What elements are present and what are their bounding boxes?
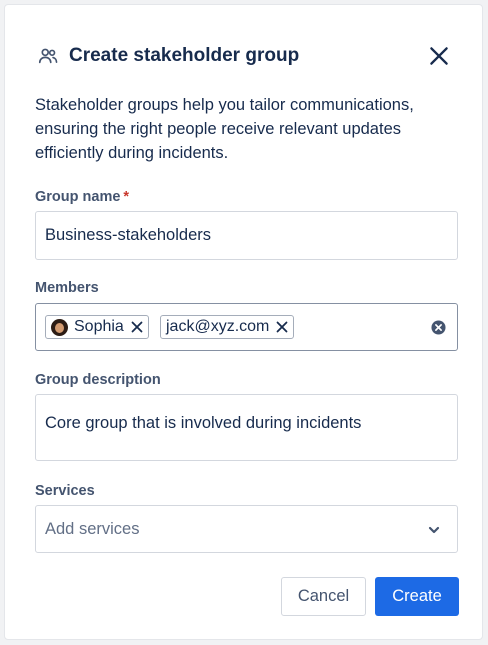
group-name-input[interactable]: Business-stakeholders xyxy=(35,211,458,260)
member-tag-label: jack@xyz.com xyxy=(166,318,270,335)
group-name-label: Group name * xyxy=(35,189,129,205)
avatar xyxy=(51,318,68,336)
remove-member-icon[interactable] xyxy=(130,320,144,334)
services-select[interactable]: Add services xyxy=(35,505,458,553)
close-icon[interactable] xyxy=(426,43,452,69)
dialog-header: Create stakeholder group xyxy=(37,41,452,71)
group-description-textarea[interactable]: Core group that is involved during incid… xyxy=(35,394,458,461)
members-label: Members xyxy=(35,280,99,296)
create-button[interactable]: Create xyxy=(375,577,459,616)
member-tag-jack: jack@xyz.com xyxy=(160,315,295,339)
required-marker: * xyxy=(123,189,130,205)
members-input[interactable]: Sophia jack@xyz.com xyxy=(35,303,458,351)
create-stakeholder-group-dialog: Create stakeholder group Stakeholder gro… xyxy=(4,4,483,640)
group-description-value: Core group that is involved during incid… xyxy=(45,414,362,432)
member-tag-label: Sophia xyxy=(74,318,124,335)
people-icon xyxy=(38,48,58,64)
group-name-value: Business-stakeholders xyxy=(45,226,211,244)
dialog-title: Create stakeholder group xyxy=(69,45,300,66)
group-description-label: Group description xyxy=(35,372,161,388)
remove-member-icon[interactable] xyxy=(275,320,289,334)
services-placeholder: Add services xyxy=(45,520,140,538)
member-tag-sophia: Sophia xyxy=(45,315,149,339)
chevron-down-icon xyxy=(428,526,440,534)
group-name-label-text: Group name xyxy=(35,189,121,205)
cancel-button[interactable]: Cancel xyxy=(281,577,366,616)
services-label: Services xyxy=(35,483,95,499)
dialog-description: Stakeholder groups help you tailor commu… xyxy=(35,96,414,162)
clear-icon[interactable] xyxy=(431,320,446,335)
